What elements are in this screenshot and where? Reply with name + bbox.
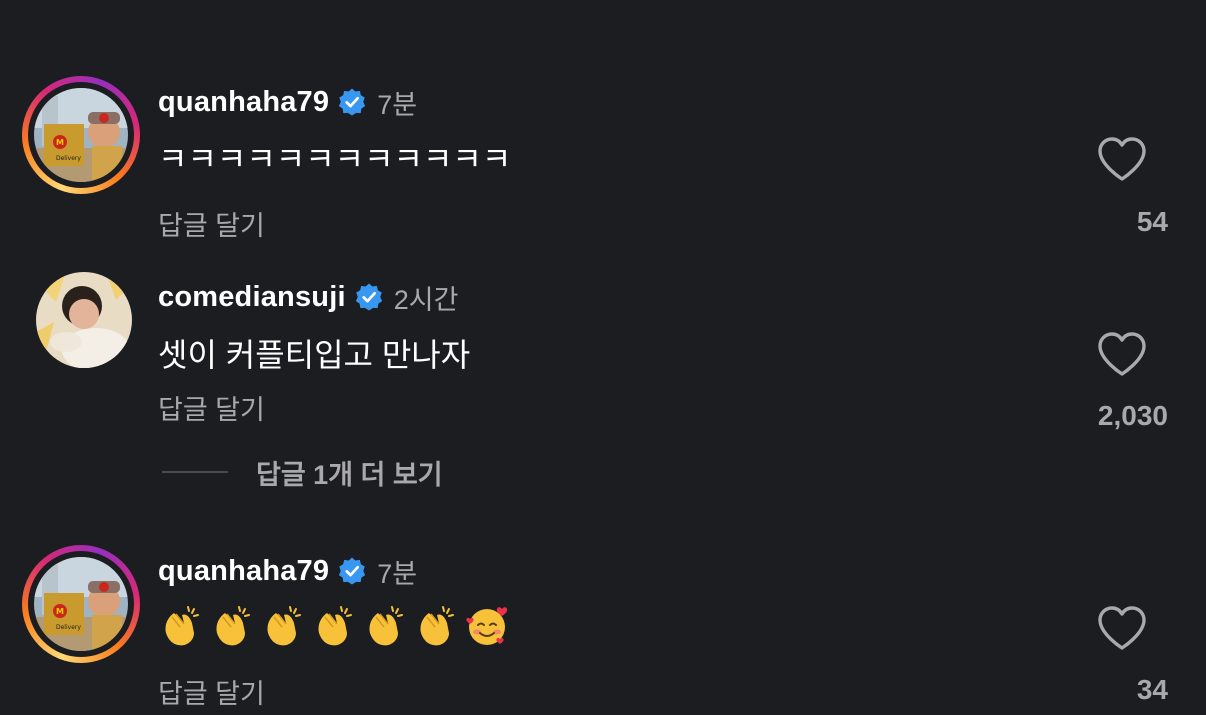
clapping-hands-icon <box>420 606 454 646</box>
username[interactable]: comediansuji <box>158 281 346 314</box>
like-count: 54 <box>1136 206 1168 237</box>
clapping-hands-icon <box>165 606 199 646</box>
svg-text:Delivery: Delivery <box>56 624 81 631</box>
mcdonalds-delivery-avatar[interactable]: M Delivery <box>34 557 128 651</box>
comment-time: 7분 <box>377 558 418 589</box>
heart-icon[interactable] <box>1097 136 1147 182</box>
svg-text:M: M <box>56 138 64 147</box>
comment-text: ㅋㅋㅋㅋㅋㅋㅋㅋㅋㅋㅋㅋ <box>158 141 512 177</box>
comment-header: comediansuji 2시간 <box>158 277 458 317</box>
comments-panel: M Delivery quanhaha79 7분 ㅋㅋㅋㅋㅋㅋㅋㅋㅋㅋㅋㅋ 답글… <box>0 0 1206 715</box>
username[interactable]: quanhaha79 <box>158 86 329 119</box>
verified-badge-icon <box>339 88 366 116</box>
woman-photo-avatar[interactable] <box>36 272 132 368</box>
story-ring[interactable]: M Delivery <box>22 76 140 194</box>
svg-text:Delivery: Delivery <box>56 155 81 162</box>
comment-header: quanhaha79 7분 <box>158 82 417 122</box>
verified-badge-icon <box>339 557 366 585</box>
like-count: 2,030 <box>1097 400 1168 431</box>
view-more-replies-label: 답글 1개 더 보기 <box>256 459 443 490</box>
clapping-hands-icon <box>216 606 250 646</box>
username[interactable]: quanhaha79 <box>158 555 329 588</box>
comment-time: 7분 <box>377 89 418 120</box>
verified-badge-icon <box>355 283 382 311</box>
reply-button[interactable]: 답글 달기 <box>158 204 265 243</box>
clapping-hands-icon <box>369 606 403 646</box>
comment-text: 셋이 커플티입고 만나자 <box>158 337 471 373</box>
divider-line <box>162 471 228 473</box>
clapping-hands-icon <box>267 606 301 646</box>
comment-emoji-text <box>158 603 510 649</box>
svg-text:M: M <box>56 607 64 616</box>
heart-icon[interactable] <box>1097 331 1147 377</box>
comment-time: 2시간 <box>393 284 459 315</box>
clapping-hands-icon <box>318 606 352 646</box>
mcdonalds-delivery-avatar[interactable]: M Delivery <box>34 88 128 182</box>
like-count: 34 <box>1136 674 1168 705</box>
avatar-frame <box>22 264 140 382</box>
story-ring[interactable]: M Delivery <box>22 545 140 663</box>
view-more-replies-button[interactable]: 답글 1개 더 보기 <box>162 452 443 492</box>
heart-icon[interactable] <box>1097 605 1147 651</box>
comment-header: quanhaha79 7분 <box>158 551 417 591</box>
reply-button[interactable]: 답글 달기 <box>158 388 265 427</box>
reply-button[interactable]: 답글 달기 <box>158 672 265 711</box>
smiling-face-with-hearts-icon <box>466 607 508 645</box>
